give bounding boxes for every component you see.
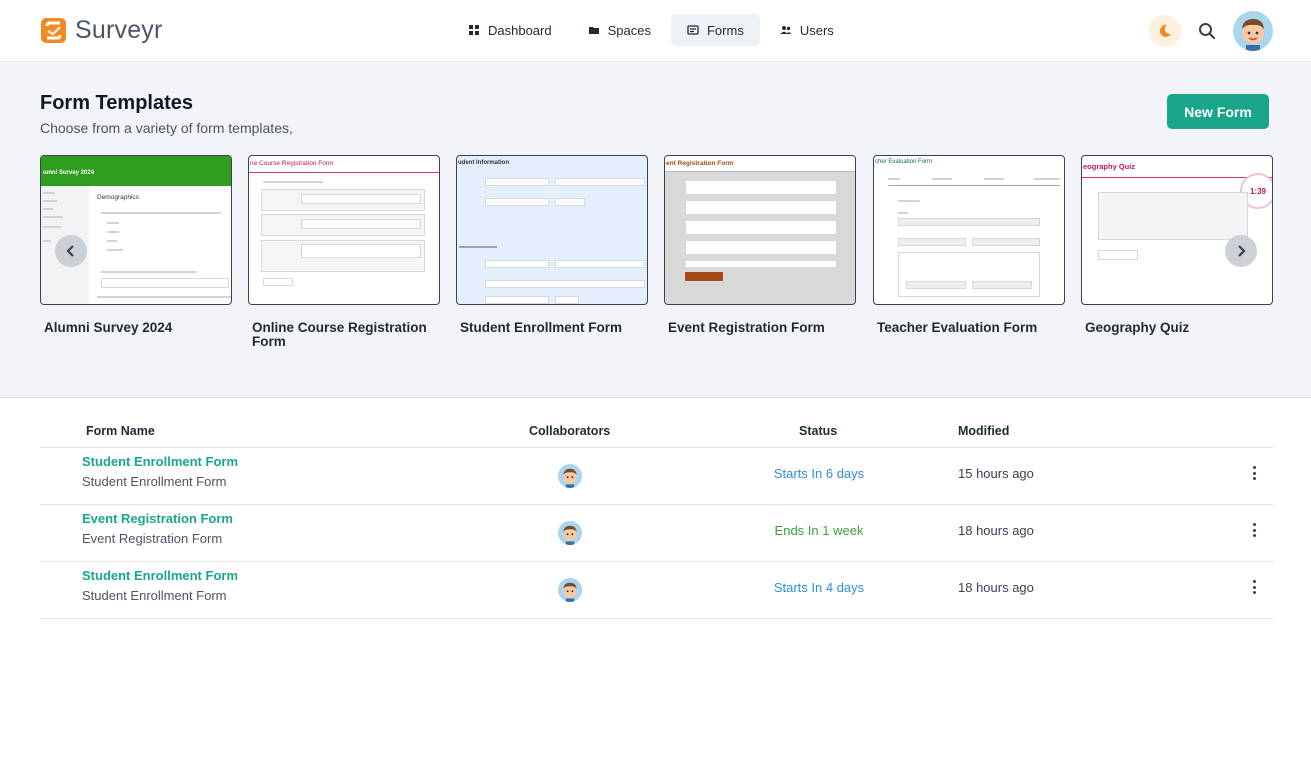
row-menu-button[interactable] (1246, 579, 1262, 595)
nav-spaces-label: Spaces (607, 22, 651, 38)
collaborator-avatar[interactable] (558, 578, 582, 602)
form-description: Student Enrollment Form (82, 474, 227, 489)
row-menu-button[interactable] (1246, 465, 1262, 481)
template-thumbnail[interactable]: ne Course Registration Form (248, 155, 440, 305)
column-header-form-name[interactable]: Form Name (86, 424, 155, 438)
template-name: Alumni Survey 2024 (44, 320, 173, 335)
form-name-link[interactable]: Student Enrollment Form (82, 454, 238, 469)
collaborator-avatar[interactable] (558, 521, 582, 545)
templates-title: Form Templates (40, 92, 193, 114)
form-description: Event Registration Form (82, 531, 223, 546)
nav-forms-label: Forms (706, 22, 744, 38)
template-name: Online Course Registration Form (252, 320, 427, 349)
column-header-modified[interactable]: Modified (958, 424, 1009, 438)
nav-dashboard-label: Dashboard (488, 22, 552, 38)
carousel-prev-button[interactable] (55, 235, 87, 267)
main-nav: Dashboard Spaces Forms Users (452, 14, 850, 46)
template-card[interactable]: ne Course Registration Form Online Cours… (248, 155, 440, 349)
search-icon (1199, 23, 1216, 40)
column-header-collaborators[interactable]: Collaborators (529, 424, 610, 438)
avatar-face-icon (563, 468, 577, 488)
table-row[interactable]: Event Registration Form Event Registrati… (40, 505, 1273, 562)
top-header: Surveyr Dashboard Spaces Forms Users (0, 0, 1311, 62)
templates-section: Form Templates Choose from a variety of … (0, 63, 1311, 398)
thumbnail-header-text: cher Evaluation Form (875, 159, 933, 165)
thumbnail-header-text: ent Registration Form (666, 160, 734, 167)
template-thumbnail[interactable]: cher Evaluation Form (873, 155, 1065, 305)
form-name-link[interactable]: Event Registration Form (82, 511, 233, 526)
collaborator-avatar[interactable] (558, 464, 582, 488)
user-avatar[interactable] (1233, 11, 1273, 51)
app-name: Surveyr (75, 16, 163, 44)
kebab-dot-icon (1252, 528, 1256, 532)
header-actions (1149, 11, 1273, 51)
chevron-right-icon (1238, 245, 1246, 257)
template-card[interactable]: udent Information Student Enrollment For… (456, 155, 648, 335)
form-icon (687, 25, 699, 35)
kebab-dot-icon (1252, 523, 1256, 526)
kebab-dot-icon (1252, 580, 1256, 583)
row-menu-button[interactable] (1246, 522, 1262, 538)
template-card[interactable]: ent Registration Form Event Registration… (664, 155, 856, 335)
nav-forms[interactable]: Forms (670, 14, 760, 46)
kebab-dot-icon (1252, 585, 1256, 589)
modified-text: 18 hours ago (958, 580, 1034, 595)
moon-icon (1159, 24, 1171, 37)
template-name: Geography Quiz (1085, 320, 1190, 335)
users-icon (780, 26, 792, 34)
form-name-link[interactable]: Student Enrollment Form (82, 568, 238, 583)
nav-users-label: Users (799, 22, 834, 38)
thumbnail-header-text: udent Information (458, 160, 509, 166)
nav-users[interactable]: Users (764, 14, 850, 46)
template-thumbnail[interactable]: udent Information (456, 155, 648, 305)
template-name: Event Registration Form (668, 320, 825, 335)
surveyr-logo-icon (41, 18, 66, 43)
nav-spaces[interactable]: Spaces (572, 14, 667, 46)
avatar-face-icon (563, 582, 577, 602)
modified-text: 18 hours ago (958, 523, 1034, 538)
avatar-face-icon (563, 525, 577, 545)
table-header: Form Name Collaborators Status Modified (40, 414, 1273, 448)
status-text: Starts In 6 days (773, 466, 865, 481)
status-text: Ends In 1 week (774, 523, 864, 538)
kebab-dot-icon (1252, 471, 1256, 475)
template-thumbnail[interactable]: ent Registration Form (664, 155, 856, 305)
thumbnail-header-text: ne Course Registration Form (250, 160, 334, 167)
template-card[interactable]: cher Evaluation Form Teacher Evaluation … (873, 155, 1065, 335)
column-header-status[interactable]: Status (799, 424, 837, 438)
thumbnail-header-text: umni Survey 2024 (43, 170, 95, 176)
kebab-dot-icon (1252, 477, 1256, 480)
template-carousel: umni Survey 2024 Demographics Alumni Sur… (40, 155, 1273, 355)
kebab-dot-icon (1252, 591, 1256, 594)
form-name-cell: Event Registration Form Event Registrati… (82, 511, 233, 546)
templates-subtitle: Choose from a variety of form templates, (40, 120, 293, 136)
forms-table: Form Name Collaborators Status Modified … (40, 414, 1273, 619)
kebab-dot-icon (1252, 534, 1256, 537)
carousel-next-button[interactable] (1225, 235, 1257, 267)
nav-dashboard[interactable]: Dashboard (452, 14, 568, 46)
form-description: Student Enrollment Form (82, 588, 227, 603)
new-form-button[interactable]: New Form (1167, 94, 1269, 129)
template-thumbnail[interactable]: umni Survey 2024 Demographics (40, 155, 232, 305)
avatar-face-icon (1242, 19, 1264, 51)
theme-toggle-button[interactable] (1149, 15, 1181, 47)
form-name-cell: Student Enrollment Form Student Enrollme… (82, 568, 238, 603)
thumbnail-header-text: eography Quiz (1083, 162, 1136, 171)
template-name: Teacher Evaluation Form (877, 320, 1038, 335)
template-name: Student Enrollment Form (460, 320, 622, 335)
table-row[interactable]: Student Enrollment Form Student Enrollme… (40, 448, 1273, 505)
grid-icon (469, 25, 479, 35)
thumbnail-section-text: Demographics (97, 194, 139, 201)
quiz-timer-text: 1:39 (1249, 186, 1266, 196)
kebab-dot-icon (1252, 466, 1256, 469)
form-name-cell: Student Enrollment Form Student Enrollme… (82, 454, 238, 489)
chevron-left-icon (66, 245, 74, 257)
template-thumbnail[interactable]: eography Quiz 1:39 (1081, 155, 1273, 305)
status-text: Starts In 4 days (773, 580, 865, 595)
modified-text: 15 hours ago (958, 466, 1034, 481)
app-logo[interactable]: Surveyr (40, 16, 163, 45)
table-row[interactable]: Student Enrollment Form Student Enrollme… (40, 562, 1273, 619)
folder-icon (588, 27, 599, 34)
search-button[interactable] (1191, 15, 1223, 47)
